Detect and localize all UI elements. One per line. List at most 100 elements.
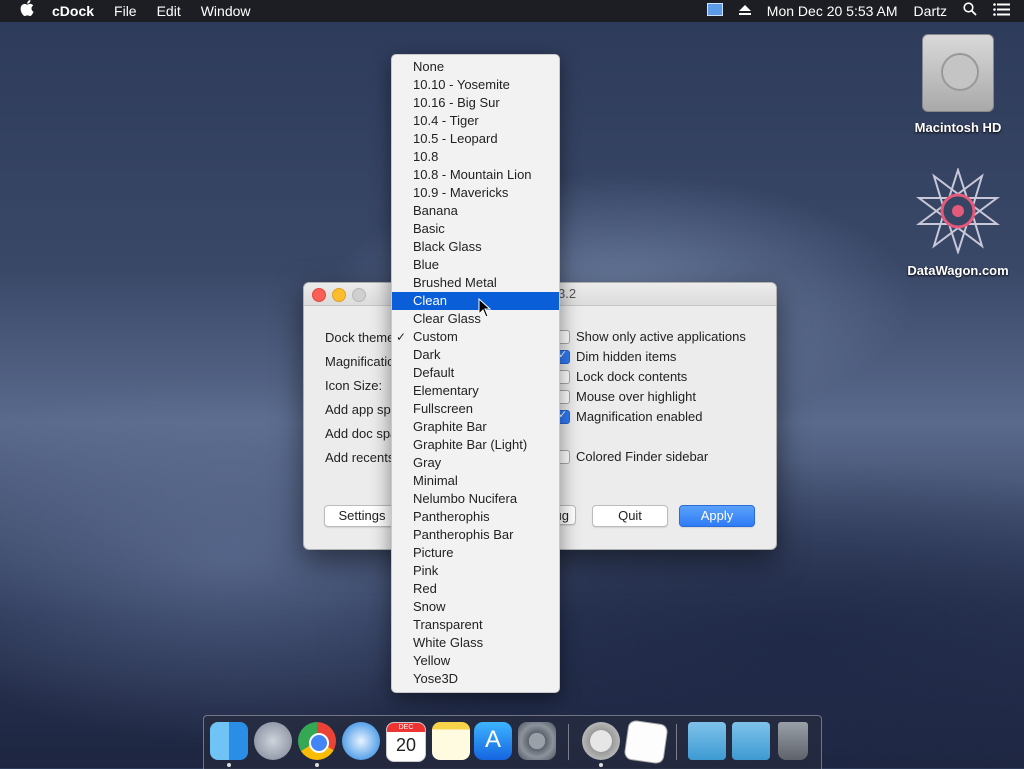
dropdown-item-label: 10.5 - Leopard (413, 131, 498, 146)
dropdown-item[interactable]: Default (392, 364, 559, 382)
desktop-icon-label: DataWagon.com (907, 263, 1009, 278)
dropdown-item-label: Pink (413, 563, 439, 578)
notes-icon[interactable] (432, 722, 470, 760)
dock: DEC 20 A (203, 715, 822, 769)
dropdown-item[interactable]: 10.4 - Tiger (392, 112, 559, 130)
screenshot-icon[interactable] (582, 722, 620, 760)
desktop-icon-label: Macintosh HD (914, 120, 1002, 135)
apple-menu-icon[interactable] (0, 0, 46, 22)
calendar-icon[interactable]: DEC 20 (386, 722, 426, 762)
desktop-icon-datawagon[interactable]: DataWagon.com (903, 166, 1013, 278)
dropdown-item[interactable]: Blue (392, 256, 559, 274)
dropdown-item-label: Gray (413, 455, 442, 470)
dropdown-item[interactable]: Yose3D (392, 670, 559, 688)
dropdown-item-label: Black Glass (413, 239, 482, 254)
safari-icon[interactable] (342, 722, 380, 760)
add-app-space-label: Add app spa (325, 402, 399, 417)
downloads-folder-icon[interactable] (732, 722, 770, 760)
dropdown-item[interactable]: 10.9 - Mavericks (392, 184, 559, 202)
dropdown-item-label: Basic (413, 221, 445, 236)
dock-theme-dropdown-menu: None 10.10 - Yosemite 10.16 - Big Sur 10.4 … (391, 54, 560, 693)
input-source-icon[interactable] (699, 0, 731, 22)
dropdown-item[interactable]: 10.8 (392, 148, 559, 166)
dropdown-item-label: Custom (413, 329, 458, 344)
checkbox-label: Colored Finder sidebar (576, 449, 709, 464)
dropdown-item-label: 10.10 - Yosemite (413, 77, 510, 92)
app-menu[interactable]: cDock (46, 0, 104, 22)
dropdown-item[interactable]: White Glass (392, 634, 559, 652)
trash-icon[interactable] (778, 722, 808, 760)
lock-dock-contents-checkbox[interactable]: Lock dock contents (556, 369, 687, 384)
dropdown-item-label: 10.8 (413, 149, 439, 164)
dropdown-item[interactable]: 10.16 - Big Sur (392, 94, 559, 112)
dropdown-item[interactable]: Dark (392, 346, 559, 364)
dropdown-item[interactable]: 10.8 - Mountain Lion (392, 166, 559, 184)
finder-icon[interactable] (210, 722, 248, 760)
dropdown-item[interactable]: 10.5 - Leopard (392, 130, 559, 148)
file-menu[interactable]: File (104, 0, 147, 22)
dropdown-item[interactable]: Picture (392, 544, 559, 562)
dropdown-item-label: Elementary (413, 383, 479, 398)
close-window-icon[interactable] (312, 288, 326, 302)
mouse-over-highlight-checkbox[interactable]: Mouse over highlight (556, 389, 696, 404)
launchpad-icon[interactable] (254, 722, 292, 760)
zoom-window-icon[interactable] (352, 288, 366, 302)
clock[interactable]: Mon Dec 20 5:53 AM (759, 0, 906, 22)
dropdown-item[interactable]: Nelumbo Nucifera (392, 490, 559, 508)
dropdown-item[interactable]: Pantherophis Bar (392, 526, 559, 544)
apply-button[interactable]: Apply (679, 505, 755, 527)
app-store-icon[interactable]: A (474, 722, 512, 760)
dropdown-item-label: Yellow (413, 653, 451, 668)
dropdown-item-label: Picture (413, 545, 454, 560)
dropdown-item[interactable]: ✓ Custom (392, 328, 559, 346)
dropdown-item[interactable]: Transparent (392, 616, 559, 634)
dropdown-item[interactable]: Black Glass (392, 238, 559, 256)
dropdown-item[interactable]: None (392, 58, 559, 76)
dropdown-item[interactable]: Fullscreen (392, 400, 559, 418)
dropdown-item[interactable]: Yellow (392, 652, 559, 670)
checkbox-label: Mouse over highlight (576, 389, 696, 404)
dropdown-item[interactable]: Basic (392, 220, 559, 238)
dropdown-item-label: Pantherophis (413, 509, 490, 524)
spotlight-search-icon[interactable] (955, 0, 985, 22)
colored-finder-sidebar-checkbox[interactable]: Colored Finder sidebar (556, 449, 708, 464)
dropdown-item[interactable]: Brushed Metal (392, 274, 559, 292)
dropdown-item[interactable]: 10.10 - Yosemite (392, 76, 559, 94)
dim-hidden-items-checkbox[interactable]: Dim hidden items (556, 348, 676, 364)
hard-drive-icon (922, 34, 994, 112)
checkbox-label: Show only active applications (576, 329, 746, 344)
menu-bar: cDock File Edit Window Mon Dec 20 5:53 A… (0, 0, 1024, 22)
minimize-window-icon[interactable] (332, 288, 346, 302)
applications-folder-icon[interactable] (688, 722, 726, 760)
dropdown-item[interactable]: Snow (392, 598, 559, 616)
dropdown-item[interactable]: Graphite Bar (Light) (392, 436, 559, 454)
show-only-active-checkbox[interactable]: Show only active applications (556, 329, 746, 344)
textedit-icon[interactable] (623, 719, 669, 765)
quit-button[interactable]: Quit (592, 505, 668, 527)
settings-button[interactable]: Settings (324, 505, 400, 527)
window-menu[interactable]: Window (191, 0, 261, 22)
user-menu[interactable]: Dartz (906, 0, 955, 22)
desktop-icon-macintosh-hd[interactable]: Macintosh HD (903, 34, 1013, 135)
dropdown-item[interactable]: Minimal (392, 472, 559, 490)
notification-center-icon[interactable] (985, 0, 1024, 22)
system-preferences-icon[interactable] (518, 722, 556, 760)
dropdown-item[interactable]: Graphite Bar (392, 418, 559, 436)
dropdown-item-label: White Glass (413, 635, 484, 650)
dropdown-item[interactable]: Gray (392, 454, 559, 472)
magnification-enabled-checkbox[interactable]: Magnification enabled (556, 408, 702, 424)
dropdown-item[interactable]: Red (392, 580, 559, 598)
dropdown-item-label: Fullscreen (413, 401, 473, 416)
dropdown-item[interactable]: Clean (392, 292, 559, 310)
dropdown-item[interactable]: Pantherophis (392, 508, 559, 526)
dropdown-item[interactable]: Elementary (392, 382, 559, 400)
dropdown-item[interactable]: Clear Glass (392, 310, 559, 328)
dropdown-item[interactable]: Banana (392, 202, 559, 220)
eject-icon[interactable] (731, 0, 759, 22)
checkbox-label: Lock dock contents (576, 369, 688, 384)
calendar-day: 20 (395, 735, 417, 755)
dropdown-item[interactable]: Pink (392, 562, 559, 580)
edit-menu[interactable]: Edit (147, 0, 191, 22)
chrome-icon[interactable] (298, 722, 336, 760)
icon-size-label: Icon Size: (325, 378, 383, 393)
